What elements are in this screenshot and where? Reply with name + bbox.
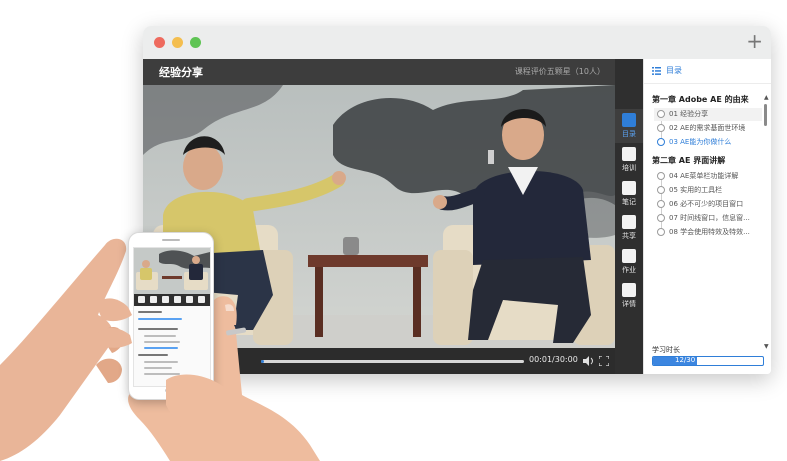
lesson-item[interactable]: 03 AE能为你做什么: [654, 136, 762, 149]
maximize-window-button[interactable]: [190, 37, 201, 48]
minimize-window-button[interactable]: [172, 37, 183, 48]
close-window-button[interactable]: [154, 37, 165, 48]
info-icon: [622, 283, 636, 297]
iconbar-item-homework[interactable]: 作业: [615, 245, 643, 279]
list-icon: [652, 67, 661, 75]
course-rating[interactable]: 课程评价五颗星（10人）: [515, 66, 605, 77]
list-icon: [622, 113, 636, 127]
lesson-bullet-icon: [657, 200, 665, 208]
iconbar-label: 目录: [622, 130, 636, 138]
lesson-item[interactable]: 01 经验分享: [654, 108, 762, 121]
phone-speaker: [162, 239, 180, 241]
volume-icon[interactable]: [583, 356, 595, 366]
notebook-icon: [622, 181, 636, 195]
lesson-bullet-icon: [657, 228, 665, 236]
lesson-bullet-icon: [657, 186, 665, 194]
pencil-icon: [622, 249, 636, 263]
clock-icon: [657, 138, 665, 146]
iconbar-label: 作业: [622, 266, 636, 274]
scroll-down-icon[interactable]: ▼: [764, 343, 769, 350]
chapter-title: 第一章 Adobe AE 的由来: [652, 95, 749, 104]
study-time-label: 学习时长: [652, 346, 680, 354]
lesson-item[interactable]: 04 AE菜单栏功能详解: [654, 170, 762, 183]
fullscreen-icon[interactable]: [599, 356, 609, 366]
iconbar-item-catalog[interactable]: 目录: [615, 109, 643, 143]
lesson-bullet-icon: [657, 172, 665, 180]
new-tab-button[interactable]: +: [746, 30, 763, 52]
iconbar-label: 笔记: [622, 198, 636, 206]
graduation-cap-icon: [622, 147, 636, 161]
iconbar-label: 详情: [622, 300, 636, 308]
iconbar-label: 共享: [622, 232, 636, 240]
sidebar-header: 目录: [644, 59, 771, 84]
study-time-bar: 12/30: [652, 356, 764, 366]
iconbar-item-notes[interactable]: 笔记: [615, 177, 643, 211]
lesson-item[interactable]: 05 实用的工具栏: [654, 184, 762, 197]
iconbar-item-training[interactable]: 培训: [615, 143, 643, 177]
title-bar: +: [143, 26, 771, 59]
lesson-bullet-icon: [657, 110, 665, 118]
study-time-value: 12/30: [675, 356, 696, 364]
catalog-sidebar: 目录 第一章 Adobe AE 的由来 01 经验分享 02 AE的需求基面世环…: [643, 59, 771, 374]
monitor-icon: [622, 215, 636, 229]
scroll-up-icon[interactable]: ▲: [764, 94, 769, 101]
fingers-overlay: [96, 298, 306, 461]
iconbar-label: 培训: [622, 164, 636, 172]
lesson-item[interactable]: 02 AE的需求基面世环境: [654, 122, 762, 135]
player-header: 经验分享 课程评价五颗星（10人）: [143, 59, 615, 85]
iconbar-item-share[interactable]: 共享: [615, 211, 643, 245]
chapter-title: 第二章 AE 界面讲解: [652, 156, 726, 165]
lesson-bullet-icon: [657, 214, 665, 222]
sidebar-title: 目录: [666, 66, 682, 75]
lesson-bullet-icon: [657, 124, 665, 132]
lesson-item[interactable]: 08 学会使用特效及特效...: [654, 226, 762, 239]
sidebar-scrollbar[interactable]: [764, 104, 767, 126]
time-display: 00:01/30:00: [529, 355, 578, 364]
lesson-item[interactable]: 06 必不可少的项目窗口: [654, 198, 762, 211]
lesson-item[interactable]: 07 时间线窗口，信息窗...: [654, 212, 762, 225]
feature-icon-bar: 目录 培训 笔记 共享 作业 详情: [615, 59, 643, 374]
course-title: 经验分享: [159, 66, 203, 79]
iconbar-item-details[interactable]: 详情: [615, 279, 643, 313]
